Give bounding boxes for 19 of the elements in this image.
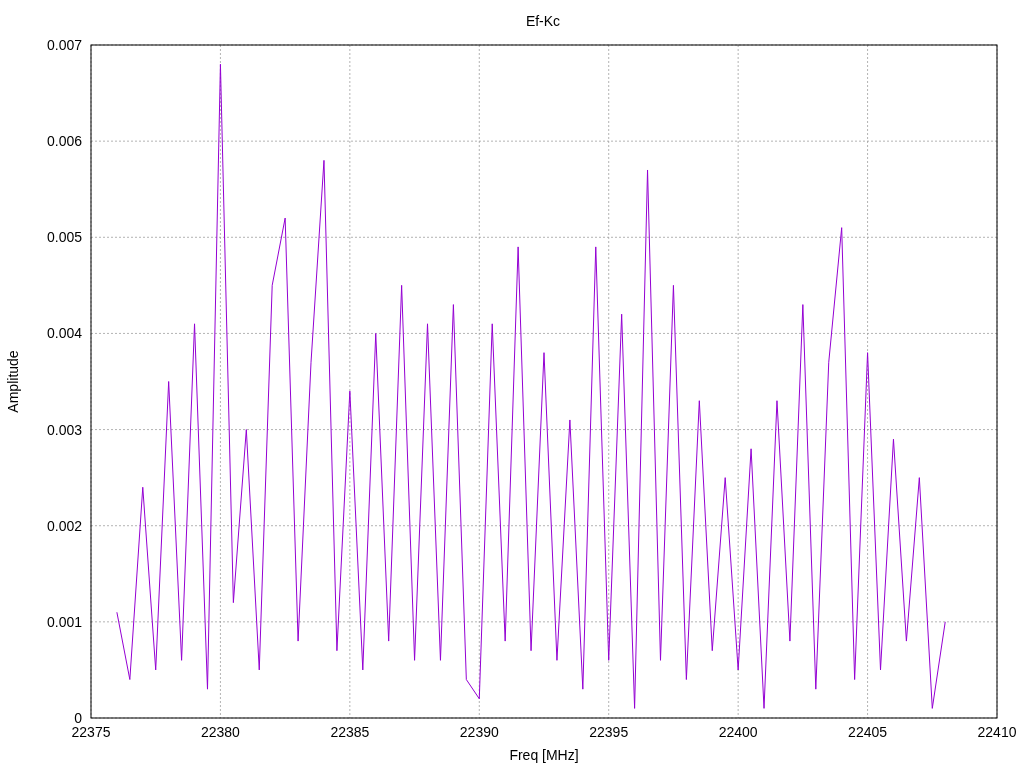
- tick-label: 0.007: [46, 37, 82, 53]
- tick-label: 22380: [200, 724, 240, 740]
- tick-label: 0.004: [46, 325, 82, 342]
- tick-label: 0.005: [46, 229, 82, 246]
- tick-label: 22395: [589, 724, 629, 740]
- tick-label: 0.003: [46, 421, 82, 438]
- tick-label: 0.001: [46, 613, 82, 630]
- x-axis-label: Freq [MHz]: [509, 747, 579, 763]
- chart-title: Ef-Kc: [525, 13, 561, 29]
- tick-label: 22385: [330, 724, 370, 740]
- tick-label: 0.002: [46, 517, 82, 534]
- tick-label: 22410: [977, 724, 1017, 740]
- tick-label: 22375: [71, 724, 111, 740]
- tick-label: 22390: [459, 724, 499, 740]
- tick-label: 0.006: [46, 133, 82, 150]
- tick-label: 22400: [718, 724, 758, 740]
- y-axis-label: Amplitude: [5, 350, 21, 413]
- tick-label: 22405: [848, 724, 888, 740]
- tick-label: 0: [74, 710, 82, 726]
